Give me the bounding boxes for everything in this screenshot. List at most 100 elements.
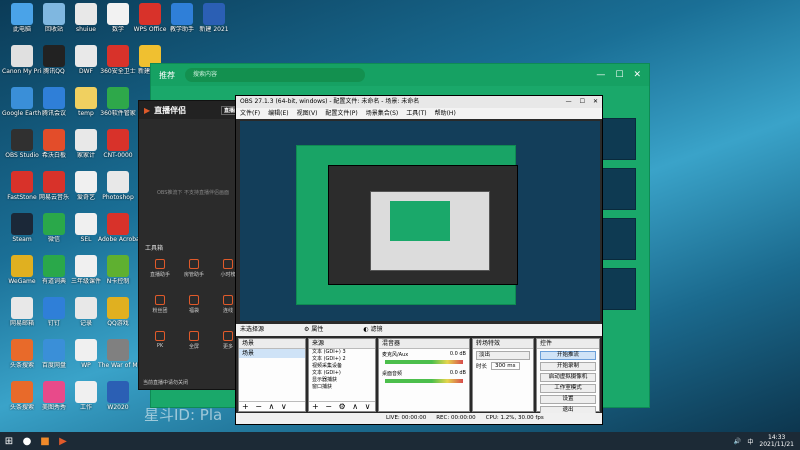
app-icon	[11, 381, 33, 403]
tool-item[interactable]: PK	[145, 331, 175, 349]
tool-label: 粉丝团	[152, 308, 168, 314]
tool-label: 小时榜	[220, 272, 236, 278]
menu-item[interactable]: 配置文件(P)	[325, 108, 357, 119]
thumbnail[interactable]	[600, 118, 636, 160]
app-icon	[139, 3, 161, 25]
filters-button[interactable]: ◐ 滤镜	[363, 324, 382, 336]
duration-input[interactable]: 300 ms	[491, 362, 520, 370]
volume-icon[interactable]: 🔊	[734, 438, 741, 445]
menu-item[interactable]: 文件(F)	[240, 108, 260, 119]
close-icon[interactable]: ✕	[593, 96, 598, 108]
source-item[interactable]: 文本 (GDI+) 3	[309, 349, 375, 356]
desktop-icon[interactable]: The War of Mine	[98, 339, 138, 369]
control-button[interactable]: 工作室模式	[540, 384, 596, 393]
obs-hint: OBS推流下 不支持直播伴侣画面	[156, 190, 230, 196]
app-icon	[43, 213, 65, 235]
app-icon	[11, 45, 33, 67]
minimize-icon[interactable]: —	[596, 70, 605, 80]
tool-label: 全屏	[188, 344, 199, 350]
windows-start-icon[interactable]: ⊞	[0, 432, 18, 450]
control-button[interactable]: 开始录制	[540, 362, 596, 371]
mixer-db: 0.0 dB	[449, 351, 466, 357]
source-item[interactable]: 文本 (GDI+)	[309, 370, 375, 377]
tool-item[interactable]: 房管助手	[179, 259, 209, 278]
volume-meter[interactable]	[385, 379, 463, 383]
desktop-icon[interactable]: 新建 2021	[194, 3, 234, 33]
source-item[interactable]: 显示器捕获	[309, 377, 375, 384]
desktop-icon-label: 360软件管家	[100, 110, 136, 117]
app-icon	[43, 171, 65, 193]
minimize-icon[interactable]: —	[566, 96, 572, 108]
input-method[interactable]: 中	[747, 437, 753, 446]
tool-icon	[155, 295, 165, 305]
desktop-icon[interactable]: 360软件管家	[98, 87, 138, 117]
thumbnail[interactable]	[600, 218, 636, 260]
tool-label: 福袋	[188, 308, 199, 314]
menu-item[interactable]: 场景集合(S)	[366, 108, 399, 119]
green-window-toolbar: 推荐 搜索内容 — ☐ ✕	[151, 64, 649, 86]
app-icon	[43, 87, 65, 109]
obs-taskbar-icon[interactable]: ●	[18, 432, 36, 450]
clock-time: 14:33	[768, 434, 786, 441]
clock[interactable]: 14:33 2021/11/21	[759, 434, 794, 448]
mixer-channel-name: 麦克风/Aux	[382, 352, 409, 358]
source-item[interactable]: 文本 (GDI+) 2	[309, 356, 375, 363]
tool-item[interactable]: 粉丝团	[145, 295, 175, 314]
scene-actions[interactable]: + − ∧ ∨	[239, 401, 305, 411]
mixer-channel: 麦克风/Aux 0.0 dB	[379, 349, 469, 368]
tool-label: 直播助手	[149, 272, 170, 278]
tool-item[interactable]: 全屏	[179, 331, 209, 350]
obs-preview[interactable]	[240, 121, 600, 321]
obs-titlebar: OBS 27.1.3 (64-bit, windows) - 配置文件: 未命名…	[236, 96, 602, 108]
menu-item[interactable]: 编辑(E)	[268, 108, 288, 119]
close-icon[interactable]: ✕	[633, 70, 641, 80]
scenes-panel: 场景 场景 + − ∧ ∨	[238, 338, 306, 412]
desktop: 此电脑 回收站 shuiue 数学 WPS Office 教学助手 新建 2021 Canon…	[0, 0, 800, 432]
preview-nested-window	[390, 201, 450, 241]
app-icon	[107, 171, 129, 193]
tool-label: PK	[156, 343, 164, 349]
desktop-icon[interactable]: W2020	[98, 381, 138, 411]
mixer-db: 0.0 dB	[449, 370, 466, 376]
obs-window[interactable]: OBS 27.1.3 (64-bit, windows) - 配置文件: 未命名…	[235, 95, 603, 425]
live-companion-window[interactable]: ▶ 直播伴侣 直播间 OBS推流下 不支持直播伴侣画面 工具箱 直播助手 房管助手…	[138, 100, 248, 390]
app-icon	[107, 297, 129, 319]
app-icon	[11, 129, 33, 151]
menu-item[interactable]: 工具(T)	[406, 108, 426, 119]
tool-label: 房管助手	[183, 272, 204, 278]
app-icon	[107, 3, 129, 25]
app-icon	[11, 171, 33, 193]
control-button[interactable]: 开始推流	[540, 351, 596, 360]
properties-button[interactable]: ⚙ 属性	[304, 324, 323, 336]
transition-select[interactable]: 淡出	[476, 351, 530, 360]
thumbnail[interactable]	[600, 168, 636, 210]
source-item[interactable]: 视频采集设备	[309, 363, 375, 370]
source-actions[interactable]: + − ⚙ ∧ ∨	[309, 401, 375, 411]
maximize-icon[interactable]: ☐	[580, 96, 585, 108]
scene-item[interactable]: 场景	[239, 349, 305, 358]
status-item: CPU: 1.2%, 30.00 fps	[485, 415, 544, 421]
source-item[interactable]: 窗口捕获	[309, 384, 375, 391]
tool-item[interactable]: 福袋	[179, 295, 209, 314]
tool-label: 连线	[222, 308, 233, 314]
app-taskbar-icon[interactable]: ▶	[54, 432, 72, 450]
desktop-icon[interactable]: CNT-0000	[98, 129, 138, 159]
desktop-icon[interactable]: QQ游戏	[98, 297, 138, 327]
tool-item[interactable]: 直播助手	[145, 259, 175, 278]
maximize-icon[interactable]: ☐	[615, 70, 623, 80]
desktop-icon[interactable]: Photoshop	[98, 171, 138, 201]
obs-statusbar: LIVE: 00:00:00 REC: 00:00:00 CPU: 1.2%, 30…	[236, 413, 602, 424]
green-tab[interactable]: 推荐	[159, 70, 175, 81]
app-icon	[171, 3, 193, 25]
tool-icon	[223, 331, 233, 341]
menu-item[interactable]: 视图(V)	[297, 108, 318, 119]
desktop-icon[interactable]: N卡控制	[98, 255, 138, 285]
menu-item[interactable]: 帮助(H)	[435, 108, 456, 119]
thumbnail[interactable]	[600, 268, 636, 310]
control-button[interactable]: 启动虚拟摄像机	[540, 373, 596, 382]
app-taskbar-icon[interactable]: ■	[36, 432, 54, 450]
control-button[interactable]: 设置	[540, 395, 596, 404]
desktop-icon[interactable]: Adobe Acrobat	[98, 213, 138, 243]
volume-meter[interactable]	[385, 360, 463, 364]
search-input[interactable]: 搜索内容	[185, 68, 365, 82]
